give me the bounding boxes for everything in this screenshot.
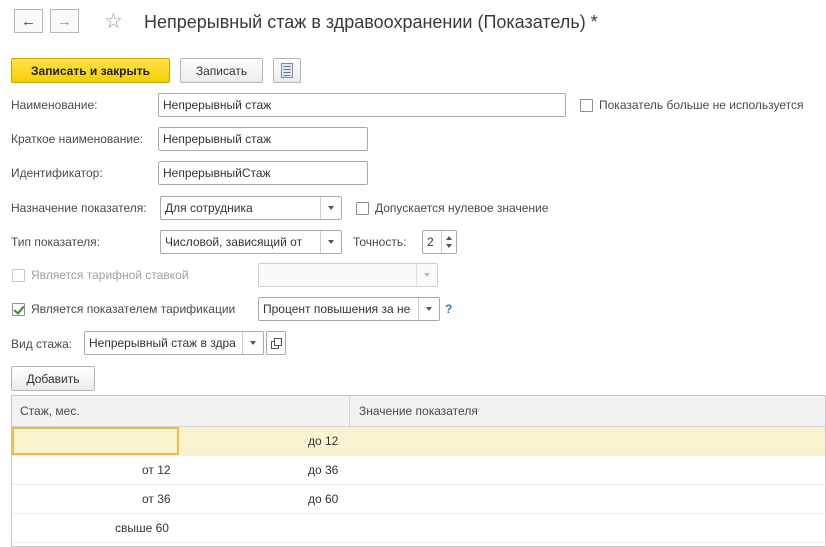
zero-allowed-checkbox[interactable] bbox=[356, 202, 369, 215]
seniority-value: Непрерывный стаж в здра bbox=[89, 336, 236, 350]
seniority-table: Стаж, мес. Значение показателя до 12 от … bbox=[11, 395, 826, 547]
column-divider bbox=[349, 396, 350, 426]
type-select[interactable]: Числовой, зависящий от bbox=[160, 230, 342, 254]
page-title: Непрерывный стаж в здравоохранении (Пока… bbox=[144, 12, 598, 32]
forward-button[interactable]: → bbox=[50, 9, 79, 33]
chevron-down-icon[interactable] bbox=[242, 332, 263, 354]
not-used-label: Показатель больше не используется bbox=[599, 98, 804, 112]
tariffication-checkbox[interactable] bbox=[12, 303, 25, 316]
tariffication-select[interactable]: Процент повышения за не bbox=[258, 297, 440, 321]
tariff-rate-select[interactable] bbox=[258, 263, 438, 287]
name-label: Наименование: bbox=[11, 98, 98, 112]
zero-allowed-label: Допускается нулевое значение bbox=[375, 201, 549, 215]
open-seniority-button[interactable] bbox=[266, 331, 286, 355]
table-row[interactable]: до 12 bbox=[12, 427, 825, 456]
column-header-value[interactable]: Значение показателя bbox=[359, 404, 478, 418]
cell-to: до 12 bbox=[308, 434, 339, 448]
arrow-left-icon: ← bbox=[21, 12, 36, 30]
chevron-down-icon[interactable] bbox=[320, 231, 341, 253]
document-list-icon bbox=[281, 63, 293, 78]
cell-to: до 36 bbox=[308, 463, 339, 477]
short-name-field[interactable]: Непрерывный стаж bbox=[158, 127, 368, 151]
table-row[interactable]: от 36 до 60 bbox=[12, 485, 825, 514]
purpose-label: Назначение показателя: bbox=[11, 201, 147, 215]
selected-cell-from[interactable] bbox=[12, 427, 179, 455]
save-button[interactable]: Записать bbox=[180, 58, 263, 83]
identifier-label: Идентификатор: bbox=[11, 166, 103, 180]
table-row[interactable]: от 12 до 36 bbox=[12, 456, 825, 485]
column-header-seniority[interactable]: Стаж, мес. bbox=[20, 404, 80, 418]
help-icon[interactable]: ? bbox=[445, 302, 452, 316]
stepper-arrows-icon[interactable] bbox=[441, 231, 456, 253]
precision-value: 2 bbox=[427, 235, 434, 249]
table-header: Стаж, мес. Значение показателя bbox=[12, 396, 825, 427]
cell-from: свыше 60 bbox=[115, 521, 169, 535]
precision-stepper[interactable]: 2 bbox=[422, 230, 457, 254]
not-used-checkbox[interactable] bbox=[580, 99, 593, 112]
chevron-down-icon[interactable] bbox=[320, 197, 341, 219]
seniority-label: Вид стажа: bbox=[11, 337, 73, 351]
tariffication-label: Является показателем тарификации bbox=[31, 302, 236, 316]
short-name-label: Краткое наименование: bbox=[11, 132, 144, 146]
seniority-select[interactable]: Непрерывный стаж в здра bbox=[84, 331, 264, 355]
star-icon[interactable]: ☆ bbox=[104, 9, 123, 34]
tariffication-value: Процент повышения за не bbox=[263, 302, 411, 316]
purpose-select[interactable]: Для сотрудника bbox=[160, 196, 342, 220]
back-button[interactable]: ← bbox=[14, 9, 43, 33]
cell-from: от 36 bbox=[142, 492, 171, 506]
table-row[interactable]: свыше 60 bbox=[12, 514, 825, 543]
precision-label: Точность: bbox=[353, 235, 407, 249]
tariff-rate-checkbox[interactable] bbox=[12, 269, 25, 282]
cell-to: до 60 bbox=[308, 492, 339, 506]
identifier-field[interactable]: НепрерывныйСтаж bbox=[158, 161, 368, 185]
save-and-close-button[interactable]: Записать и закрыть bbox=[11, 58, 170, 83]
tariff-rate-label: Является тарифной ставкой bbox=[31, 268, 189, 282]
chevron-down-icon[interactable] bbox=[416, 264, 437, 286]
chevron-down-icon[interactable] bbox=[418, 298, 439, 320]
add-button[interactable]: Добавить bbox=[11, 366, 95, 391]
report-button[interactable] bbox=[273, 58, 301, 83]
open-form-icon bbox=[270, 337, 282, 349]
cell-from: от 12 bbox=[142, 463, 171, 477]
type-label: Тип показателя: bbox=[11, 235, 100, 249]
type-value: Числовой, зависящий от bbox=[165, 235, 303, 249]
name-field[interactable]: Непрерывный стаж bbox=[158, 93, 566, 117]
arrow-right-icon: → bbox=[57, 12, 72, 30]
purpose-value: Для сотрудника bbox=[165, 201, 253, 215]
